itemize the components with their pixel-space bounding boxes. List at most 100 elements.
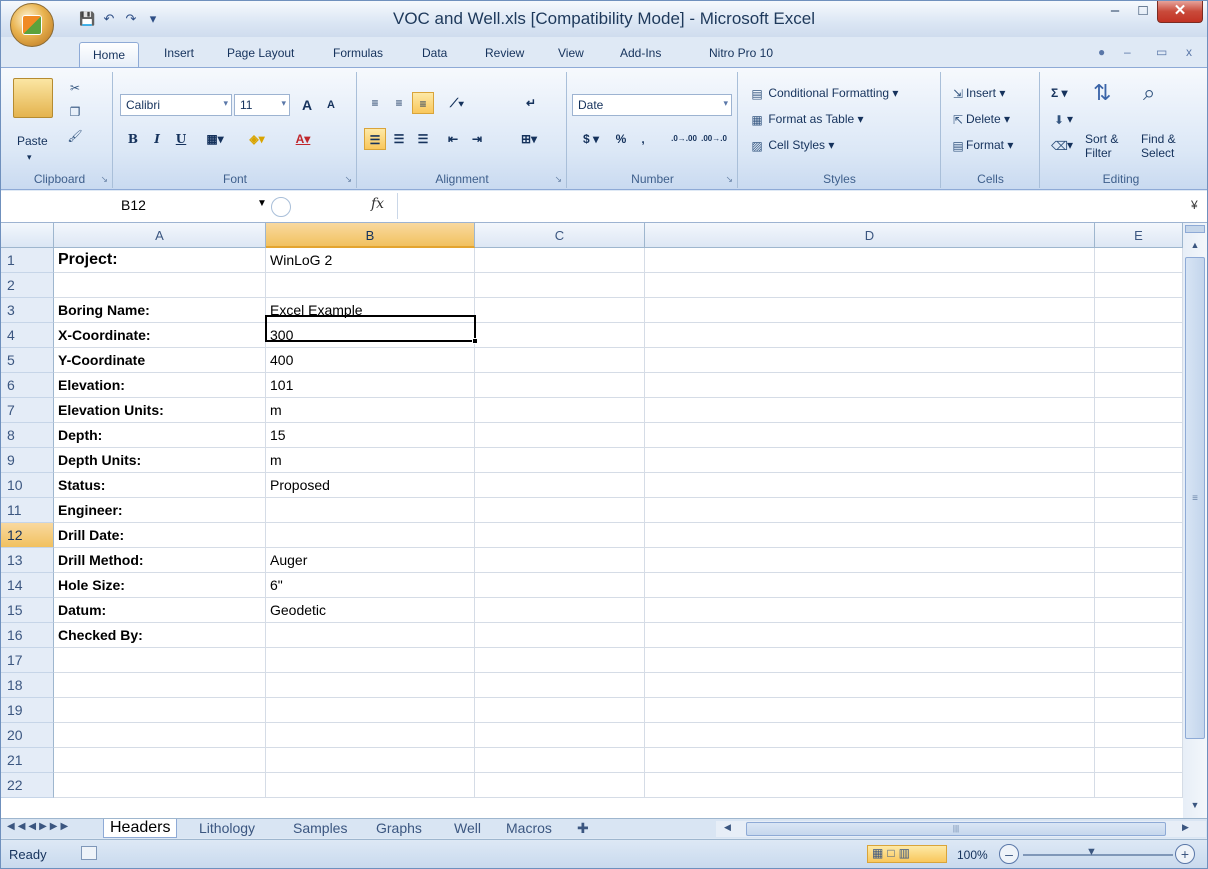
cell-a[interactable]: Elevation Units:: [54, 398, 266, 423]
cell-d[interactable]: [645, 448, 1095, 473]
cell-e[interactable]: [1095, 448, 1183, 473]
worksheet-grid[interactable]: A B C D E 1 Project: WinLoG 2 2 3 Boring Name…: [1, 223, 1183, 818]
find-select-button[interactable]: Find &: [1141, 132, 1176, 146]
cell-a[interactable]: Drill Date:: [54, 523, 266, 548]
number-format-select[interactable]: Date ▾: [572, 94, 732, 116]
row-header[interactable]: 10: [1, 473, 54, 498]
row-header[interactable]: 5: [1, 348, 54, 373]
cell-d[interactable]: [645, 273, 1095, 298]
cell-b[interactable]: Auger: [266, 548, 475, 573]
cell-a[interactable]: Depth:: [54, 423, 266, 448]
row-header[interactable]: 16: [1, 623, 54, 648]
formula-input[interactable]: [397, 193, 1187, 219]
cell-e[interactable]: [1095, 248, 1183, 273]
cell-c[interactable]: [475, 248, 645, 273]
find-select-button-line2[interactable]: Select: [1141, 146, 1174, 160]
decrease-decimal-button[interactable]: .00→.0: [700, 128, 728, 150]
insert-function-icon[interactable]: fx: [371, 196, 384, 212]
column-header-d[interactable]: D: [645, 223, 1095, 248]
cell-a[interactable]: Elevation:: [54, 373, 266, 398]
cell-c[interactable]: [475, 273, 645, 298]
tab-nitro-pro[interactable]: Nitro Pro 10: [709, 46, 773, 60]
row-header[interactable]: 1: [1, 248, 54, 273]
shrink-font-button[interactable]: A: [320, 94, 342, 116]
cell-b[interactable]: [266, 273, 475, 298]
tab-page-layout[interactable]: Page Layout: [227, 46, 294, 60]
tab-formulas[interactable]: Formulas: [333, 46, 383, 60]
conditional-formatting-button[interactable]: ▤ Conditional Formatting ▾: [749, 86, 898, 102]
column-header-e[interactable]: E: [1095, 223, 1183, 248]
name-box-dropdown-icon[interactable]: ▼: [257, 198, 267, 209]
comma-button[interactable]: ,: [632, 128, 654, 150]
cell-c[interactable]: [475, 373, 645, 398]
column-header-b[interactable]: B: [266, 223, 475, 248]
row-header[interactable]: 15: [1, 598, 54, 623]
cell-b[interactable]: 300: [266, 323, 475, 348]
cell-c[interactable]: [475, 423, 645, 448]
vertical-scrollbar[interactable]: ▲ ≡ ▼: [1183, 223, 1207, 818]
cell-b[interactable]: 101: [266, 373, 475, 398]
cell-d[interactable]: [645, 423, 1095, 448]
cell-a[interactable]: [54, 648, 266, 673]
alignment-launcher-icon[interactable]: ↘: [554, 174, 562, 185]
cell-d[interactable]: [645, 473, 1095, 498]
cell-d[interactable]: [645, 698, 1095, 723]
cell-a[interactable]: Depth Units:: [54, 448, 266, 473]
cell-e[interactable]: [1095, 573, 1183, 598]
tab-add-ins[interactable]: Add-Ins: [620, 46, 661, 60]
cell-a[interactable]: Checked By:: [54, 623, 266, 648]
cell-a[interactable]: Engineer:: [54, 498, 266, 523]
row-header[interactable]: 17: [1, 648, 54, 673]
cell-b[interactable]: [266, 648, 475, 673]
font-launcher-icon[interactable]: ↘: [344, 174, 352, 185]
cell-a[interactable]: Project:: [54, 248, 266, 273]
clipboard-launcher-icon[interactable]: ↘: [100, 174, 108, 185]
cell-e[interactable]: [1095, 673, 1183, 698]
close-button[interactable]: ✕: [1157, 1, 1203, 23]
cell-c[interactable]: [475, 648, 645, 673]
row-header[interactable]: 19: [1, 698, 54, 723]
name-box[interactable]: B12: [11, 197, 276, 217]
cell-d[interactable]: [645, 773, 1095, 798]
copy-icon[interactable]: ❐: [67, 104, 83, 120]
cell-a[interactable]: [54, 773, 266, 798]
cell-c[interactable]: [475, 598, 645, 623]
autosum-button[interactable]: Σ ▾: [1051, 86, 1068, 100]
sheet-tab-graphs[interactable]: Graphs: [376, 819, 422, 838]
row-header[interactable]: 4: [1, 323, 54, 348]
cell-d[interactable]: [645, 398, 1095, 423]
orientation-icon[interactable]: ⟋▾: [442, 92, 472, 114]
cell-a[interactable]: Y-Coordinate: [54, 348, 266, 373]
cell-b[interactable]: [266, 748, 475, 773]
insert-sheet-icon[interactable]: ✚: [577, 819, 589, 838]
cell-e[interactable]: [1095, 323, 1183, 348]
cell-b[interactable]: 6": [266, 573, 475, 598]
cell-a[interactable]: Boring Name:: [54, 298, 266, 323]
font-name-select[interactable]: Calibri ▾: [120, 94, 232, 116]
clear-icon[interactable]: ⌫▾: [1051, 138, 1073, 154]
cell-a[interactable]: [54, 748, 266, 773]
align-center-icon[interactable]: ☰: [388, 128, 410, 150]
cell-c[interactable]: [475, 473, 645, 498]
cell-d[interactable]: [645, 548, 1095, 573]
cell-c[interactable]: [475, 723, 645, 748]
row-header[interactable]: 11: [1, 498, 54, 523]
merge-center-icon[interactable]: ⊞▾: [514, 128, 544, 150]
cell-c[interactable]: [475, 698, 645, 723]
row-header[interactable]: 7: [1, 398, 54, 423]
cell-b[interactable]: 400: [266, 348, 475, 373]
font-size-select[interactable]: 11 ▾: [234, 94, 290, 116]
cell-c[interactable]: [475, 398, 645, 423]
cell-d[interactable]: [645, 498, 1095, 523]
row-header[interactable]: 18: [1, 673, 54, 698]
row-header[interactable]: 13: [1, 548, 54, 573]
cell-c[interactable]: [475, 548, 645, 573]
find-select-icon[interactable]: ⌕: [1143, 80, 1155, 106]
cell-styles-button[interactable]: ▨ Cell Styles ▾: [749, 138, 834, 154]
cell-b[interactable]: [266, 498, 475, 523]
cell-d[interactable]: [645, 298, 1095, 323]
cell-d[interactable]: [645, 573, 1095, 598]
sort-filter-icon[interactable]: ⇅: [1093, 80, 1111, 106]
cell-c[interactable]: [475, 298, 645, 323]
cell-b[interactable]: Geodetic: [266, 598, 475, 623]
